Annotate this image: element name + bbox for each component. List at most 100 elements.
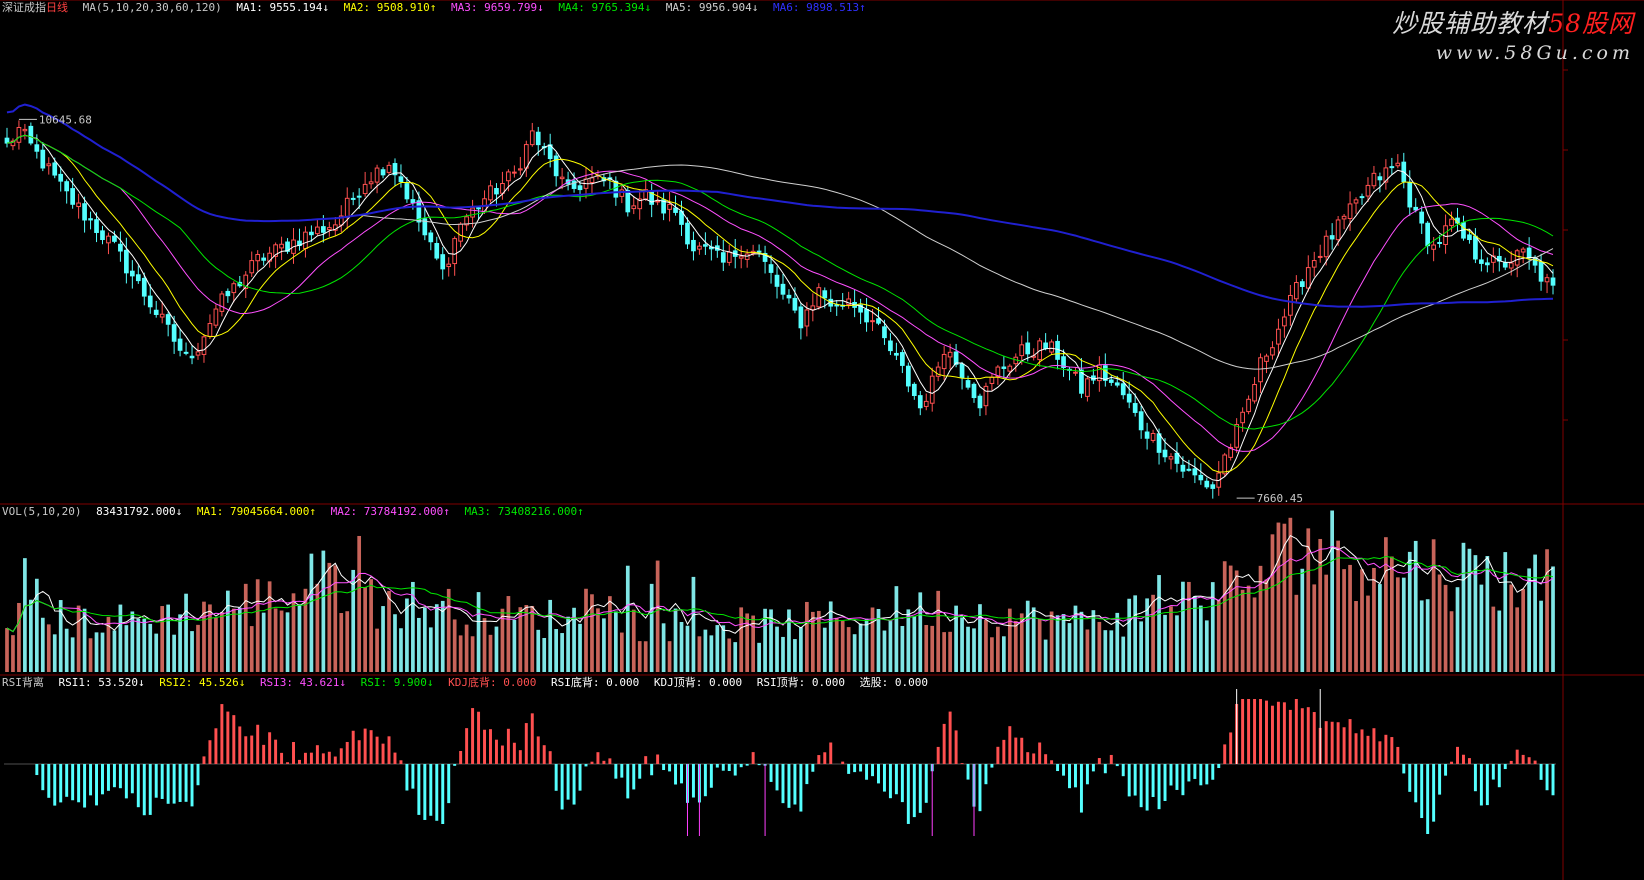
kdj-bottom-value: KDJ底背: 0.000 bbox=[448, 676, 537, 689]
candle-body bbox=[22, 128, 28, 132]
volume-bar bbox=[1491, 606, 1496, 672]
candle-body bbox=[977, 395, 983, 409]
volume-bar bbox=[864, 618, 869, 672]
volume-bar bbox=[273, 608, 278, 672]
volume-panel[interactable] bbox=[5, 510, 1555, 672]
candle-body bbox=[177, 338, 183, 351]
volume-bar bbox=[882, 630, 887, 672]
candle-body bbox=[303, 231, 308, 250]
volume-bar bbox=[1419, 600, 1424, 672]
volume-bar bbox=[655, 560, 660, 672]
volume-bar bbox=[5, 628, 9, 672]
volume-bar bbox=[1097, 621, 1102, 672]
volume-bar bbox=[1151, 594, 1155, 672]
candle-body bbox=[82, 203, 87, 221]
candle-body bbox=[625, 190, 631, 213]
volume-bar bbox=[1461, 542, 1466, 672]
candle-body bbox=[1049, 341, 1054, 353]
candle-body bbox=[315, 226, 320, 235]
volume-bar bbox=[154, 633, 159, 672]
volume-bar bbox=[918, 592, 923, 672]
candle-body bbox=[1329, 235, 1335, 240]
volume-bar bbox=[1210, 582, 1215, 672]
candle-body bbox=[261, 257, 267, 261]
candle-body bbox=[1514, 250, 1520, 266]
candle-body bbox=[1156, 433, 1162, 453]
rsi-panel[interactable] bbox=[4, 689, 1556, 836]
ma-title: MA(5,10,20,30,60,120) bbox=[82, 1, 222, 14]
candle-body bbox=[1234, 424, 1239, 448]
price-panel[interactable]: 10645.68 7660.45 bbox=[4, 103, 1556, 506]
volume-bar bbox=[1198, 605, 1203, 672]
candle-body bbox=[691, 239, 696, 252]
candle-body bbox=[1085, 378, 1090, 397]
candle-body bbox=[792, 297, 798, 311]
volume-bar bbox=[1163, 614, 1167, 672]
volume-bar bbox=[470, 636, 475, 672]
volume-bar bbox=[1216, 599, 1221, 672]
candle-body bbox=[1544, 277, 1550, 283]
volume-bar bbox=[452, 619, 457, 672]
candle-body bbox=[1508, 262, 1514, 269]
volume-bar bbox=[1455, 587, 1460, 672]
volume-bar bbox=[1109, 630, 1114, 672]
candle-body bbox=[410, 199, 416, 204]
volume-bar bbox=[1509, 584, 1514, 672]
volume-bar bbox=[76, 605, 81, 672]
candle-body bbox=[1371, 172, 1377, 187]
volume-bar bbox=[912, 616, 917, 672]
volume-bar bbox=[960, 617, 964, 672]
candle-body bbox=[589, 177, 595, 183]
volume-bar bbox=[339, 613, 344, 672]
volume-bar bbox=[733, 642, 738, 672]
volume-bar bbox=[100, 632, 105, 672]
candle-body bbox=[870, 320, 875, 323]
ma2-line bbox=[6, 134, 1554, 473]
volume-bar bbox=[52, 634, 57, 672]
candle-body bbox=[398, 176, 404, 183]
volume-bar bbox=[428, 627, 433, 672]
volume-bar bbox=[948, 631, 952, 672]
volume-bar bbox=[1521, 589, 1526, 672]
volume-bar bbox=[327, 562, 332, 672]
candle-body bbox=[386, 164, 392, 173]
volume-bar bbox=[816, 610, 821, 672]
candle-body bbox=[1538, 261, 1544, 282]
candle-body bbox=[1389, 166, 1395, 169]
volume-bar bbox=[1288, 517, 1293, 672]
volume-bar bbox=[1025, 600, 1030, 672]
rsi-header: RSI背离 RSI1: 53.520↓ RSI2: 45.526↓ RSI3: … bbox=[2, 676, 936, 689]
volume-bar bbox=[554, 629, 559, 672]
volume-bar bbox=[1264, 579, 1269, 672]
candle-body bbox=[326, 227, 332, 231]
watermark-line2: www.58Gu.com bbox=[1435, 42, 1634, 64]
candle-body bbox=[697, 245, 702, 250]
candle-body bbox=[816, 287, 822, 308]
candle-body bbox=[900, 352, 905, 366]
rsi-title: RSI背离 bbox=[2, 676, 44, 689]
ma5-line bbox=[6, 104, 1554, 370]
candle-body bbox=[798, 306, 804, 329]
volume-bar bbox=[1187, 581, 1191, 672]
candle-body bbox=[1299, 281, 1305, 287]
volume-bar bbox=[46, 624, 51, 672]
candle-body bbox=[141, 277, 147, 297]
volume-bar bbox=[309, 553, 314, 672]
candle-body bbox=[1114, 382, 1120, 386]
volume-bar bbox=[345, 611, 350, 672]
volume-bar bbox=[148, 623, 153, 672]
candle-body bbox=[917, 395, 923, 409]
volume-bar bbox=[1300, 568, 1305, 672]
volume-bar bbox=[94, 632, 99, 672]
volume-bar bbox=[1401, 577, 1406, 672]
vol-ma2: MA2: 73784192.000↑ bbox=[330, 505, 450, 518]
volume-bar bbox=[124, 625, 129, 672]
candle-body bbox=[255, 254, 261, 262]
volume-bar bbox=[1324, 574, 1329, 672]
candle-body bbox=[94, 219, 99, 233]
annotation-low-label: 7660.45 bbox=[1257, 492, 1303, 505]
volume-bar bbox=[297, 604, 302, 672]
volume-bar bbox=[225, 590, 230, 672]
candle-body bbox=[1276, 328, 1281, 345]
volume-bar bbox=[1013, 620, 1018, 672]
